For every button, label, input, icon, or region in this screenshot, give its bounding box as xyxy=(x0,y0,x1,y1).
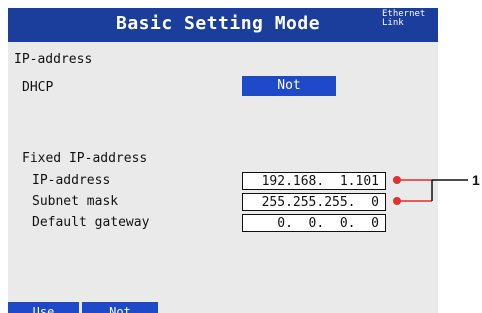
callout-dot-subnet xyxy=(393,197,401,205)
callout-number: 1 xyxy=(472,172,480,188)
callout-dot-ip xyxy=(393,176,401,184)
callout-lines xyxy=(393,176,468,205)
